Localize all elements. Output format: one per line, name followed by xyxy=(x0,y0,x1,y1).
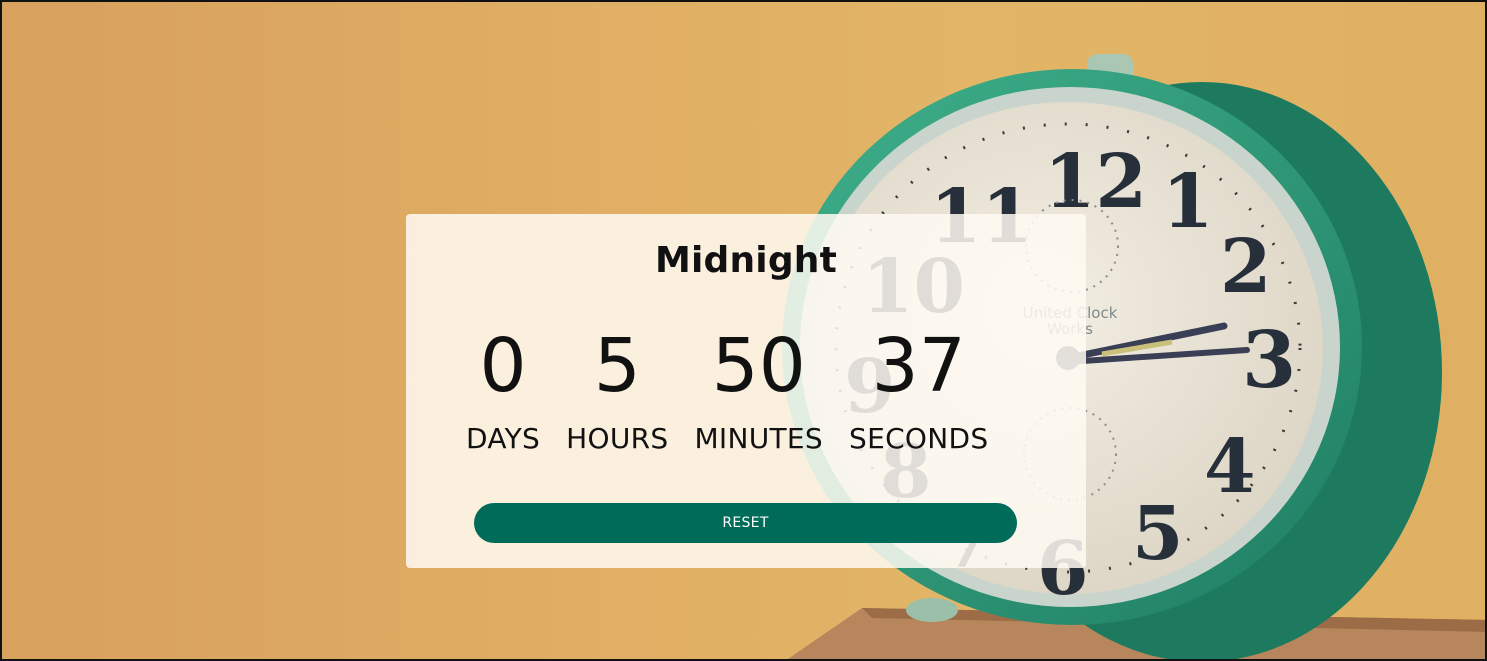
seconds-label: SECONDS xyxy=(849,422,989,455)
clock-numeral-5: 5 xyxy=(1132,491,1184,577)
countdown-minutes: 50 MINUTES xyxy=(694,318,823,456)
minutes-label: MINUTES xyxy=(694,422,823,455)
hours-label: HOURS xyxy=(566,422,669,455)
clock-numeral-1: 1 xyxy=(1162,159,1214,245)
page-frame: 12 1 2 3 4 5 6 7 8 9 10 11 United Clock … xyxy=(0,0,1487,661)
clock-numeral-3: 3 xyxy=(1242,315,1296,406)
countdown-days: 0 DAYS xyxy=(466,318,540,456)
days-value: 0 xyxy=(479,323,527,409)
countdown-units: 0 DAYS 5 HOURS 50 MINUTES 37 SECONDS xyxy=(466,318,988,456)
clock-numeral-12: 12 xyxy=(1044,139,1147,225)
countdown-card: Midnight 0 DAYS 5 HOURS 50 MINUTES 37 SE… xyxy=(406,214,1086,568)
seconds-value: 37 xyxy=(871,323,966,409)
countdown-title: Midnight xyxy=(654,240,838,281)
days-label: DAYS xyxy=(466,422,541,455)
reset-button[interactable]: RESET xyxy=(474,503,1017,543)
countdown-seconds: 37 SECONDS xyxy=(849,318,988,456)
clock-numeral-2: 2 xyxy=(1220,224,1272,310)
minutes-value: 50 xyxy=(711,323,806,409)
hours-value: 5 xyxy=(593,323,641,409)
countdown-hours: 5 HOURS xyxy=(566,318,668,456)
clock-numeral-4: 4 xyxy=(1204,424,1256,510)
